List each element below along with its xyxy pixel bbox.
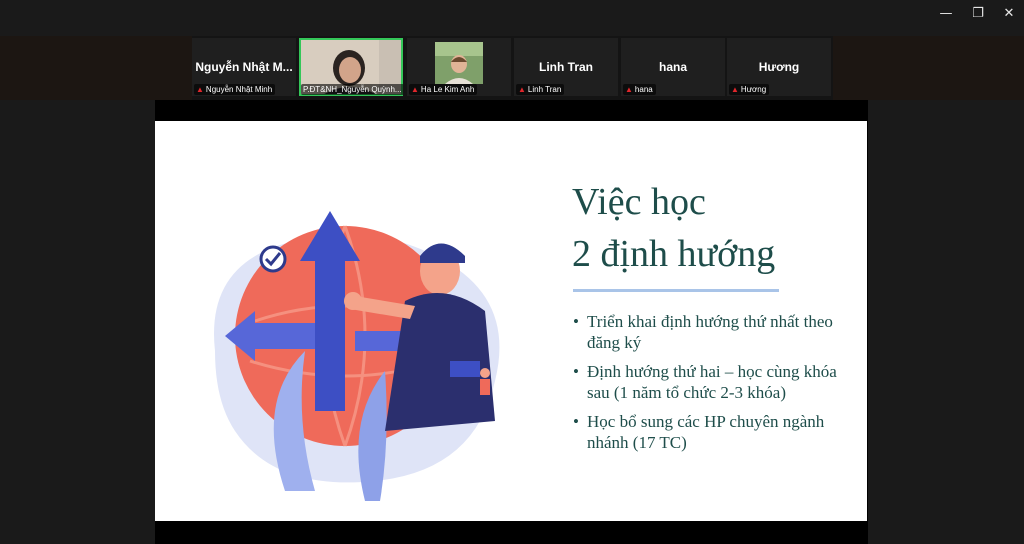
participant-display-name: Hương	[758, 60, 800, 74]
participant-name-tag: P.ĐT&NH_Nguyễn Quỳnh...	[301, 84, 403, 95]
strip-right-margin	[833, 36, 1024, 100]
participant-name-tag: ▲ Hương	[729, 84, 770, 95]
participant-tile-1[interactable]: Nguyễn Nhật M... ▲ Nguyễn Nhật Minh	[192, 38, 296, 96]
participant-name-tag: ▲ Ha Le Kim Anh	[409, 84, 478, 95]
participant-tile-3[interactable]: ▲ Ha Le Kim Anh	[407, 38, 511, 96]
participant-name-tag: ▲ Linh Tran	[516, 84, 565, 95]
mic-muted-icon: ▲	[518, 85, 526, 94]
restore-icon[interactable]: ❐	[962, 0, 994, 28]
slide-title: Việc học 2 định hướng	[572, 176, 852, 280]
slide-bullet: Học bổ sung các HP chuyên ngành nhánh (1…	[573, 411, 853, 453]
mic-muted-icon: ▲	[411, 85, 419, 94]
participant-tile-6[interactable]: Hương ▲ Hương	[727, 38, 831, 96]
participant-name-tag: ▲ Nguyễn Nhật Minh	[194, 84, 276, 95]
mic-muted-icon: ▲	[731, 85, 739, 94]
mic-muted-icon: ▲	[196, 85, 204, 94]
direction-illustration	[214, 211, 500, 501]
participant-display-name: Nguyễn Nhật M...	[195, 60, 293, 74]
slide-bullet: Định hướng thứ hai – học cùng khóa sau (…	[573, 361, 853, 403]
slide-divider	[573, 289, 779, 292]
slide-title-line-1: Việc học	[572, 181, 706, 223]
presentation-slide: Việc học 2 định hướng Triển khai định hư…	[155, 121, 867, 521]
participant-tile-2-active[interactable]: P.ĐT&NH_Nguyễn Quỳnh...	[299, 38, 403, 96]
mic-muted-icon: ▲	[625, 85, 633, 94]
close-icon[interactable]: ✕	[993, 0, 1024, 28]
slide-title-line-2: 2 định hướng	[572, 233, 776, 275]
strip-left-margin	[0, 36, 192, 100]
participant-display-name: hana	[658, 60, 687, 74]
participant-tile-4[interactable]: Linh Tran ▲ Linh Tran	[514, 38, 618, 96]
participant-name-tag: ▲ hana	[623, 84, 656, 95]
slide-bullet: Triển khai định hướng thứ nhất theo đăng…	[573, 311, 853, 353]
participant-tile-5[interactable]: hana ▲ hana	[621, 38, 725, 96]
minimize-icon[interactable]: —	[930, 0, 962, 28]
slide-bullet-list: Triển khai định hướng thứ nhất theo đăng…	[573, 311, 853, 461]
participant-display-name: Linh Tran	[539, 60, 593, 74]
window-titlebar: — ❐ ✕	[0, 0, 1024, 36]
